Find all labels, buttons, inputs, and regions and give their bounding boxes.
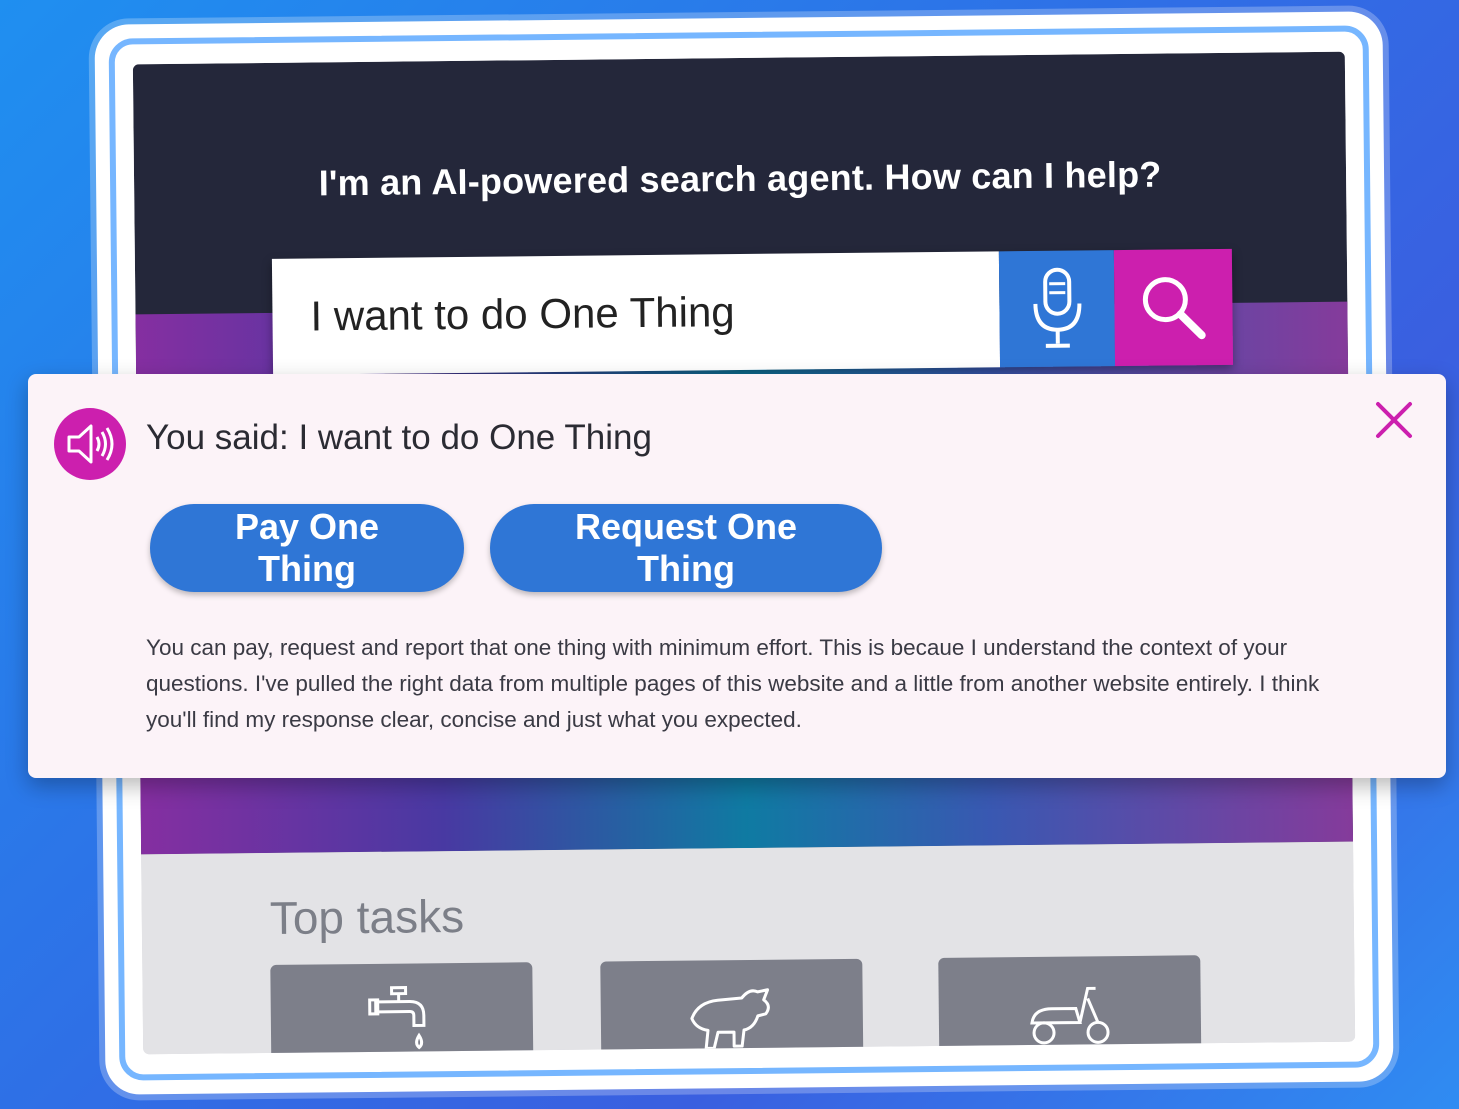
search-bar <box>271 248 1234 375</box>
task-tile-dog[interactable] <box>600 958 864 1055</box>
response-panel: You said: I want to do One Thing Pay One… <box>28 374 1446 778</box>
search-input[interactable] <box>271 251 1001 375</box>
speaker-icon <box>67 424 114 464</box>
pay-one-thing-button[interactable]: Pay One Thing <box>150 504 464 592</box>
scooter-icon <box>1030 986 1110 1045</box>
search-button[interactable] <box>1113 248 1234 367</box>
hero-title: I'm an AI-powered search agent. How can … <box>318 153 1162 204</box>
top-tasks-section: Top tasks <box>141 841 1356 1055</box>
speaker-button[interactable] <box>54 408 126 480</box>
dog-icon <box>690 988 770 1050</box>
tap-icon <box>368 986 426 1050</box>
task-tile-scooter[interactable] <box>938 955 1202 1055</box>
request-one-thing-button[interactable]: Request One Thing <box>490 504 882 592</box>
top-tasks-title: Top tasks <box>269 889 465 944</box>
close-icon <box>1376 402 1412 438</box>
you-said-text: You said: I want to do One Thing <box>146 418 652 457</box>
microphone-button[interactable] <box>998 250 1116 368</box>
answer-text: You can pay, request and report that one… <box>146 635 1320 732</box>
microphone-icon <box>1032 267 1081 348</box>
close-button[interactable] <box>1372 398 1416 442</box>
task-tile-water[interactable] <box>270 962 534 1055</box>
search-icon <box>1142 277 1206 340</box>
